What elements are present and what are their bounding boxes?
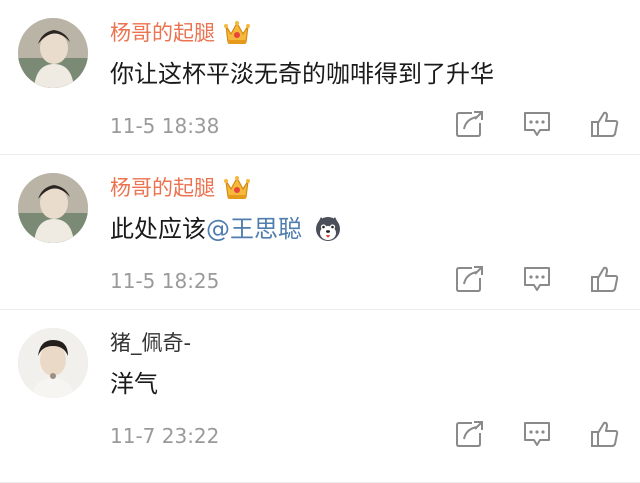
comment-button[interactable] xyxy=(522,265,554,295)
share-icon xyxy=(456,266,483,292)
crown-icon xyxy=(223,175,251,201)
comment-body: 你让这杯平淡无奇的咖啡得到了升华 xyxy=(110,60,494,88)
comment-icon xyxy=(524,112,550,136)
avatar[interactable] xyxy=(18,18,88,88)
avatar[interactable] xyxy=(18,328,88,398)
comment-item: 杨哥的起腿 此处应该 @王思聪 11-5 18:25 xyxy=(0,155,640,310)
username-text: 杨哥的起腿 xyxy=(110,21,215,45)
comment-list: 杨哥的起腿 你让这杯平淡无奇的咖啡得到了升华 11-5 18:38 杨哥的起腿 … xyxy=(0,0,640,483)
mention-link[interactable]: @王思聪 xyxy=(206,212,302,246)
username[interactable]: 杨哥的起腿 xyxy=(110,18,251,48)
like-button[interactable] xyxy=(590,420,622,450)
like-button[interactable] xyxy=(590,110,622,140)
username[interactable]: 猪_佩奇- xyxy=(110,328,191,358)
share-button[interactable] xyxy=(455,110,487,140)
comment-body: 此处应该 xyxy=(110,215,206,243)
comment-item: 猪_佩奇- 洋气 11-7 23:22 xyxy=(0,310,640,483)
thumbs-up-icon xyxy=(591,266,619,292)
share-button[interactable] xyxy=(455,265,487,295)
comment-icon xyxy=(524,422,550,446)
comment-time: 11-5 18:38 xyxy=(110,114,220,138)
comment-time: 11-7 23:22 xyxy=(110,424,220,448)
comment-item: 杨哥的起腿 你让这杯平淡无奇的咖啡得到了升华 11-5 18:38 xyxy=(0,0,640,155)
username-text: 杨哥的起腿 xyxy=(110,176,215,200)
like-button[interactable] xyxy=(590,265,622,295)
avatar[interactable] xyxy=(18,173,88,243)
comment-icon xyxy=(524,267,550,291)
comment-button[interactable] xyxy=(522,110,554,140)
thumbs-up-icon xyxy=(591,111,619,137)
crown-icon xyxy=(223,20,251,46)
comment-body: 洋气 xyxy=(110,370,158,398)
comment-text: 你让这杯平淡无奇的咖啡得到了升华 xyxy=(110,57,494,91)
username-text: 猪_佩奇- xyxy=(110,331,192,355)
thumbs-up-icon xyxy=(591,421,619,447)
share-icon xyxy=(456,421,483,447)
comment-text: 此处应该 @王思聪 xyxy=(110,212,342,246)
comment-text: 洋气 xyxy=(110,367,158,401)
husky-dog-emoji-icon xyxy=(314,215,342,243)
username[interactable]: 杨哥的起腿 xyxy=(110,173,251,203)
comment-time: 11-5 18:25 xyxy=(110,269,220,293)
comment-button[interactable] xyxy=(522,420,554,450)
share-icon xyxy=(456,111,483,137)
share-button[interactable] xyxy=(455,420,487,450)
